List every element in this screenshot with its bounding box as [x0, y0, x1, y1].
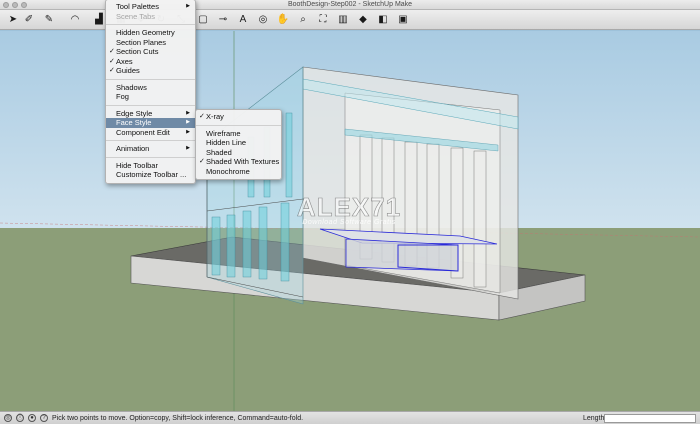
menu-item-label: Section Cuts [116, 47, 159, 56]
orbit-icon[interactable]: ◎ [256, 13, 270, 27]
status-message: Pick two points to move. Option=copy, Sh… [52, 415, 304, 422]
view-menu: Tool Palettes ▶ Scene Tabs Hidden Geometry S… [105, 0, 196, 184]
menu-item-label: Hidden Line [206, 138, 247, 147]
menu-item-label: Monochrome [206, 166, 250, 176]
face-style-submenu: ✓ X-ray Wireframe Hidden Line Shaded ✓ Shaded … [195, 109, 282, 180]
menu-item-fog[interactable]: Fog [106, 92, 195, 102]
paint-bucket-icon[interactable]: ▟ [92, 13, 106, 27]
menu-separator [106, 140, 195, 141]
submenu-arrow-icon: ▶ [186, 128, 190, 135]
submenu-arrow-icon: ▶ [186, 3, 190, 9]
menu-item-label: Tool Palettes [116, 2, 159, 11]
menu-item-label: Face Style [116, 118, 152, 127]
menu-item-section-cuts[interactable]: ✓ Section Cuts [106, 47, 195, 57]
menu-item-shaded-with-textures[interactable]: ✓ Shaded With Textures [196, 157, 281, 167]
eraser-icon[interactable]: ✐ [22, 13, 36, 27]
user-account-icon[interactable]: ● [28, 414, 36, 422]
help-icon[interactable]: ? [40, 414, 48, 422]
menu-item-monochrome[interactable]: Monochrome [196, 167, 281, 177]
arc-icon[interactable]: ◠ [68, 13, 82, 27]
menu-item-wireframe[interactable]: Wireframe [196, 129, 281, 139]
checkmark-icon: ✓ [199, 113, 205, 120]
menu-item-customize-toolbar[interactable]: Customize Toolbar ... [106, 170, 195, 180]
menu-item-tool-palettes[interactable]: Tool Palettes ▶ [106, 2, 195, 12]
menu-item-face-style[interactable]: Face Style ▶ [106, 118, 195, 128]
menu-separator [106, 156, 195, 158]
model-info-icon[interactable]: ▣ [396, 13, 410, 27]
credits-icon[interactable]: ⓘ [16, 414, 24, 422]
checkmark-icon: ✓ [199, 158, 205, 165]
menu-item-guides[interactable]: ✓ Guides [106, 66, 195, 76]
extension-warehouse-icon[interactable]: ◆ [356, 13, 370, 27]
offset-icon[interactable]: ▢ [196, 13, 210, 27]
zoom-icon[interactable]: ⌕ [296, 13, 310, 27]
menu-separator [106, 78, 195, 80]
menu-item-axes[interactable]: ✓ Axes [106, 57, 195, 67]
menu-item-component-edit[interactable]: Component Edit ▶ [106, 128, 195, 138]
menu-item-label: Hidden Geometry [116, 28, 175, 37]
menu-item-label: Shadows [116, 82, 147, 92]
menu-separator [196, 124, 281, 126]
menu-separator [106, 24, 195, 25]
menu-item-shaded[interactable]: Shaded [196, 148, 281, 158]
menu-item-label: Section Planes [116, 37, 167, 47]
watermark-brand: ALEX71 [296, 192, 402, 222]
menu-item-label: Shaded [206, 147, 232, 157]
menu-item-label: Hide Toolbar [116, 160, 158, 170]
pan-icon[interactable]: ✋ [276, 13, 290, 27]
length-input[interactable] [604, 414, 696, 423]
warehouse-icon[interactable]: ▥ [336, 13, 350, 27]
menu-item-scene-tabs: Scene Tabs [106, 12, 195, 22]
menu-item-x-ray[interactable]: ✓ X-ray [196, 112, 281, 122]
submenu-arrow-icon: ▶ [186, 109, 190, 116]
select-arrow-icon[interactable]: ➤ [6, 13, 20, 27]
menu-item-label: Shaded With Textures [206, 157, 280, 166]
pencil-icon[interactable]: ✎ [42, 13, 56, 27]
submenu-arrow-icon: ▶ [186, 145, 190, 151]
menu-separator [106, 104, 195, 106]
menu-item-label: Component Edit [116, 127, 170, 137]
menu-item-label: Customize Toolbar ... [116, 170, 187, 179]
text-icon[interactable]: A [236, 13, 250, 27]
geo-location-icon[interactable]: ◎ [4, 414, 12, 422]
menu-item-hide-toolbar[interactable]: Hide Toolbar [106, 161, 195, 171]
watermark-tagline: Download Software Gratis [302, 219, 396, 226]
checkmark-icon: ✓ [109, 57, 115, 65]
section-plane-icon[interactable]: ◧ [376, 13, 390, 27]
menu-item-hidden-geometry[interactable]: Hidden Geometry [106, 28, 195, 38]
tape-measure-icon[interactable]: ⊸ [216, 13, 230, 27]
menu-item-label: Guides [116, 66, 140, 75]
zoom-extents-icon[interactable]: ⛶ [316, 13, 330, 27]
menu-item-label: Scene Tabs [116, 11, 156, 21]
menu-item-label: Animation [116, 144, 150, 153]
menu-item-label: Wireframe [206, 128, 241, 138]
menu-item-hidden-line[interactable]: Hidden Line [196, 138, 281, 148]
status-bar: ◎ ⓘ ● ? Pick two points to move. Option=… [0, 411, 700, 424]
checkmark-icon: ✓ [109, 48, 115, 55]
menu-item-label: Edge Style [116, 108, 153, 118]
menu-item-edge-style[interactable]: Edge Style ▶ [106, 109, 195, 119]
menu-item-shadows[interactable]: Shadows [106, 83, 195, 93]
length-label: Length [583, 415, 605, 422]
menu-item-animation[interactable]: Animation ▶ [106, 144, 195, 154]
menu-item-label: X-ray [206, 112, 224, 121]
counter-body [345, 238, 459, 272]
menu-item-label: Axes [116, 56, 133, 66]
watermark: ALEX71 Download Software Gratis [288, 194, 410, 226]
checkmark-icon: ✓ [109, 67, 115, 74]
submenu-arrow-icon: ▶ [186, 119, 190, 125]
menu-item-label: Fog [116, 92, 129, 101]
menu-item-section-planes[interactable]: Section Planes [106, 38, 195, 48]
